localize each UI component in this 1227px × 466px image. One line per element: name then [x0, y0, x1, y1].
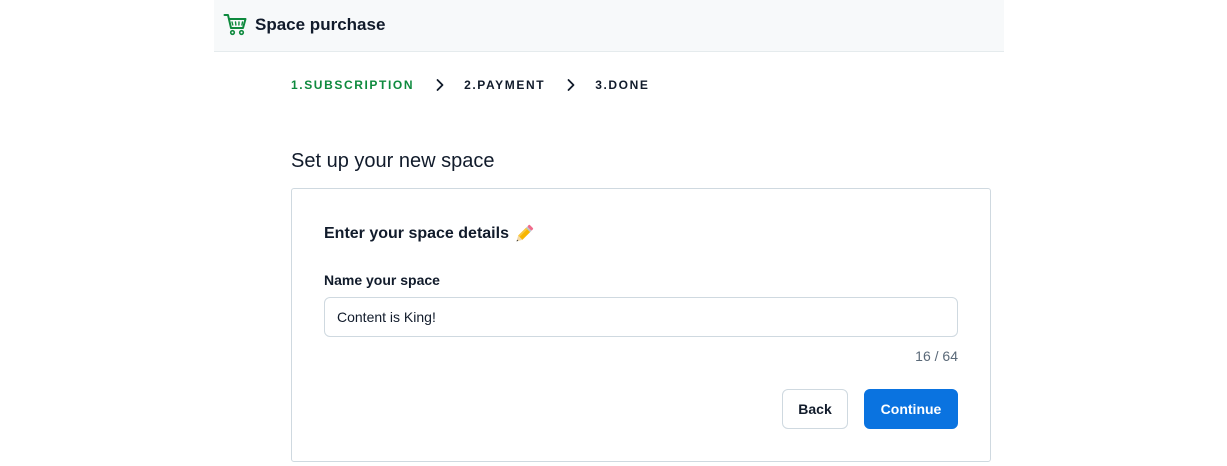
shopping-cart-icon	[223, 14, 247, 36]
chevron-right-icon	[436, 79, 444, 91]
page-title: Set up your new space	[291, 150, 495, 173]
checkout-steps: 1.SUBSCRIPTION 2.PAYMENT 3.DONE	[291, 76, 649, 94]
chevron-right-icon	[567, 79, 575, 91]
character-counter: 16 / 64	[915, 348, 958, 364]
card-title-text: Enter your space details	[324, 225, 509, 242]
space-name-input[interactable]	[324, 297, 958, 337]
step-subscription: 1.SUBSCRIPTION	[291, 78, 415, 92]
step-done: 3.DONE	[595, 78, 650, 92]
continue-button[interactable]: Continue	[864, 389, 958, 429]
space-name-label: Name your space	[324, 272, 440, 288]
step-payment: 2.PAYMENT	[464, 78, 546, 92]
back-button[interactable]: Back	[782, 389, 848, 429]
app-header: Space purchase	[214, 0, 1004, 52]
space-details-card: Enter your space details Name your space…	[291, 188, 991, 462]
card-title: Enter your space details	[324, 223, 535, 245]
pencil-icon	[516, 224, 534, 242]
header-title: Space purchase	[255, 15, 386, 34]
